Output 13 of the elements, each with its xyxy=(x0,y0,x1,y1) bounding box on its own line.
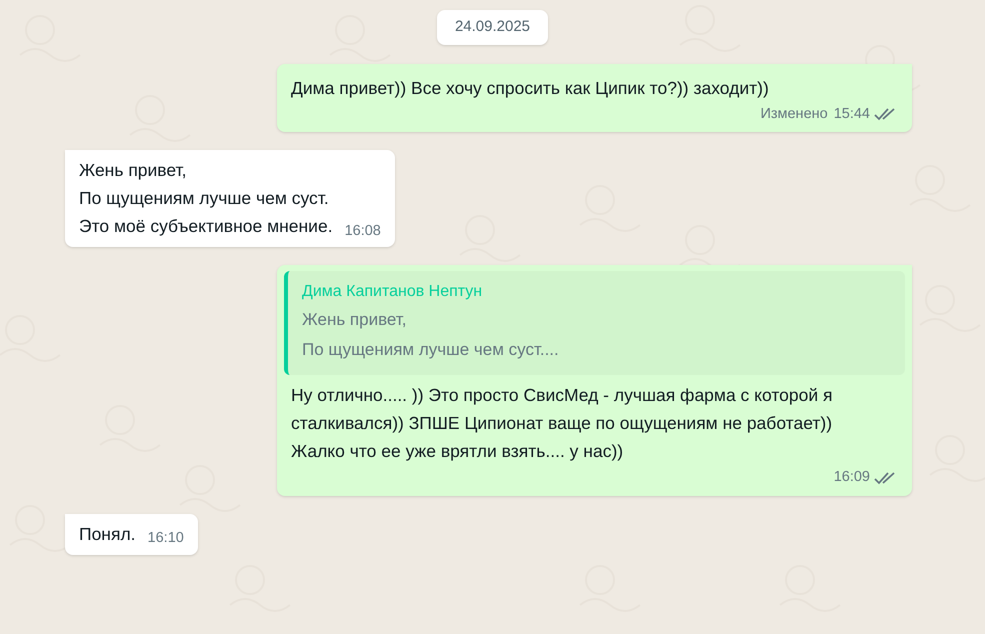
quote-author: Дима Капитанов Нептун xyxy=(302,282,484,302)
message-text: Понял. xyxy=(79,523,136,546)
message-text: Жень привет, По щущениям лучше чем суст. Это моё субъективное мнение. xyxy=(79,159,333,238)
message-time: 15:44 xyxy=(834,104,870,124)
quote-text: Жень привет, По щущениям лучше чем суст.... xyxy=(302,309,560,362)
message-text: Дима привет)) Все хочу спросить как Ципик то?)) заходит)) xyxy=(291,76,770,100)
message-text: Ну отлично..... )) Это просто СвисМед - лучшая фарма с которой я сталкивался)) ЗПШЕ Ципионат ваще по ощущениям не работает)) Жалко что ее уже врятли взять.... у нас)) xyxy=(291,384,834,464)
quoted-message[interactable]: Дима Капитанов Нептун Жень привет, По щущениям лучше чем суст.... xyxy=(284,271,905,376)
date-badge: 24.09.2025 xyxy=(436,10,548,44)
message-time: 16:08 xyxy=(344,222,381,240)
edited-label: Изменено xyxy=(760,104,828,124)
message-time: 16:09 xyxy=(834,468,870,488)
message-time: 16:10 xyxy=(148,529,184,548)
